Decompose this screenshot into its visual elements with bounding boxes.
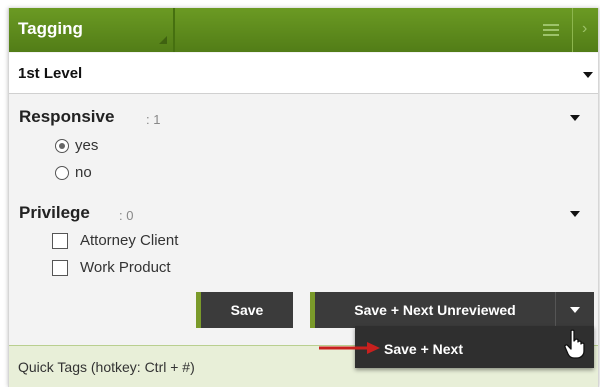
save-next-unreviewed-label: Save + Next Unreviewed [354,302,516,318]
privilege-option-attorney-client[interactable]: Attorney Client [52,232,178,249]
privilege-collapse-caret-icon[interactable] [570,211,580,217]
checkbox-work-product[interactable] [52,259,68,276]
responsive-option-no[interactable]: no [55,164,92,181]
radio-no[interactable] [55,165,69,180]
panel-title: Tagging [18,19,83,38]
option-label: Attorney Client [80,232,179,249]
checkbox-attorney-client[interactable] [52,232,68,249]
level-select-value: 1st Level [18,65,83,82]
responsive-option-yes[interactable]: yes [55,137,98,154]
arrow-right-icon [319,342,380,354]
option-label: no [75,164,92,181]
menu-item-save-next[interactable]: Save + Next [384,341,463,357]
save-button[interactable]: Save [196,292,293,328]
responsive-title: Responsive [19,107,115,126]
tagging-panel: Tagging › 1st Level Responsive : 1 yes n… [8,8,599,387]
resize-grip-icon[interactable] [159,36,167,44]
privilege-count: : 0 [119,208,134,223]
option-label: yes [75,137,99,154]
save-options-dropdown-button[interactable] [555,292,594,328]
privilege-option-work-product[interactable]: Work Product [52,259,171,276]
chevron-right-icon[interactable]: › [582,20,587,38]
header-separator [173,8,175,52]
save-button-label: Save [230,302,264,318]
responsive-collapse-caret-icon[interactable] [570,115,580,121]
hand-pointer-icon [564,329,585,359]
menu-icon[interactable] [543,24,559,36]
caret-down-icon [570,307,580,313]
caret-down-icon[interactable] [583,72,593,78]
responsive-count: : 1 [146,112,161,127]
panel-header: Tagging › [9,8,598,52]
privilege-title: Privilege [19,203,90,222]
option-label: Work Product [80,259,171,276]
save-options-menu: Save + Next [355,326,594,368]
radio-yes[interactable] [55,138,69,153]
quick-tags-label: Quick Tags (hotkey: Ctrl + #) [18,359,195,375]
header-divider [572,8,573,52]
level-select[interactable]: 1st Level [9,53,598,94]
save-next-unreviewed-button[interactable]: Save + Next Unreviewed [310,292,555,328]
